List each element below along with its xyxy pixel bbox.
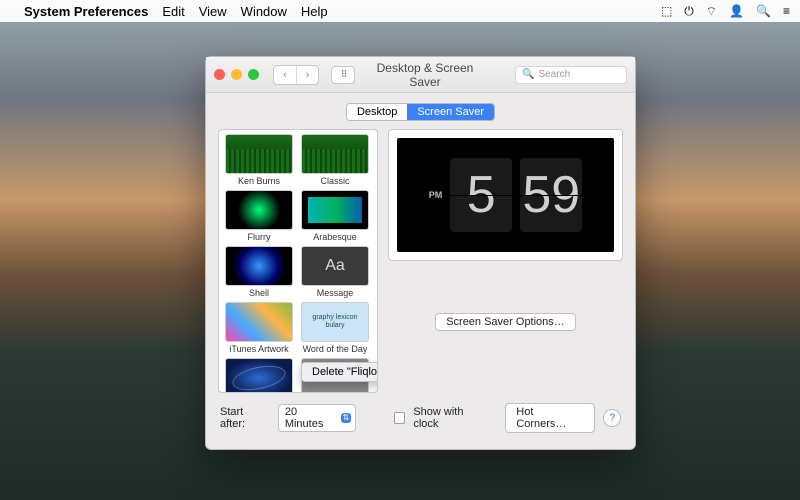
screensaver-item[interactable]: Shell	[223, 246, 295, 298]
screensaver-label: Word of the Day	[303, 344, 368, 354]
user-icon[interactable]: 👤	[729, 4, 744, 18]
start-after-label: Start after:	[220, 406, 270, 430]
screensaver-thumb	[301, 190, 369, 230]
screensaver-thumb	[225, 190, 293, 230]
power-icon[interactable]: ⏻	[684, 4, 694, 19]
screensaver-preview[interactable]: PM 5 59	[388, 129, 623, 261]
screensaver-label: Arabesque	[313, 232, 357, 242]
menu-view[interactable]: View	[199, 4, 227, 19]
screensaver-options-button[interactable]: Screen Saver Options…	[435, 313, 576, 331]
titlebar: ‹ › ⠿ Desktop & Screen Saver 🔍 Search	[206, 57, 635, 93]
screensaver-item[interactable]: Aa Message	[299, 246, 371, 298]
screensaver-label: Classic	[320, 176, 349, 186]
help-button[interactable]: ?	[603, 409, 621, 427]
desktop-wallpaper: System Preferences Edit View Window Help…	[0, 0, 800, 500]
menubar: System Preferences Edit View Window Help…	[0, 0, 800, 22]
preview-hour: 5	[450, 158, 512, 232]
screensaver-item[interactable]: graphy lexicon bulary Word of the Day	[299, 302, 371, 354]
screensaver-item[interactable]: iTunes Artwork	[223, 302, 295, 354]
wifi-icon[interactable]: ⌔	[706, 4, 717, 19]
zoom-icon[interactable]	[248, 69, 259, 80]
forward-button[interactable]: ›	[296, 66, 318, 84]
screensaver-thumb	[225, 358, 293, 393]
context-menu-delete[interactable]: Delete "Fliqlo"	[301, 362, 378, 382]
screensaver-list[interactable]: Ken Burns Classic Flurry Arabesque Shell Aa Me…	[218, 129, 378, 393]
preview-minute: 59	[520, 158, 582, 232]
screensaver-item[interactable]: Fliqlo	[223, 358, 295, 393]
close-icon[interactable]	[214, 69, 225, 80]
hot-corners-button[interactable]: Hot Corners…	[505, 403, 595, 433]
menu-icon[interactable]: ≡	[783, 4, 790, 18]
screensaver-label: Shell	[249, 288, 269, 298]
screensaver-label: Flurry	[248, 232, 271, 242]
context-menu-label: Delete "Fliqlo"	[312, 366, 378, 378]
search-icon: 🔍	[522, 69, 534, 80]
spotlight-icon[interactable]: 🔍	[756, 4, 771, 18]
nav-buttons: ‹ ›	[273, 65, 319, 85]
menu-window[interactable]: Window	[241, 4, 287, 19]
dropbox-icon[interactable]: ⬚	[661, 4, 672, 18]
screensaver-thumb: Aa	[301, 246, 369, 286]
prefs-window: ‹ › ⠿ Desktop & Screen Saver 🔍 Search De…	[205, 56, 636, 450]
screensaver-item[interactable]: Classic	[299, 134, 371, 186]
screensaver-label: Message	[317, 288, 354, 298]
app-name[interactable]: System Preferences	[24, 4, 148, 19]
screensaver-thumb: graphy lexicon bulary	[301, 302, 369, 342]
screensaver-thumb	[225, 302, 293, 342]
menu-edit[interactable]: Edit	[162, 4, 184, 19]
screensaver-thumb	[225, 134, 293, 174]
tab-segmented-control: Desktop Screen Saver	[346, 103, 495, 121]
preview-meridiem: PM	[429, 190, 443, 200]
screensaver-thumb	[301, 134, 369, 174]
start-after-value: 20 Minutes	[285, 406, 337, 430]
screensaver-label: iTunes Artwork	[229, 344, 288, 354]
back-button[interactable]: ‹	[274, 66, 296, 84]
screensaver-label: Ken Burns	[238, 176, 280, 186]
footer: Start after: 20 Minutes ⇅ Show with cloc…	[206, 393, 635, 443]
screensaver-item[interactable]: Ken Burns	[223, 134, 295, 186]
show-all-button[interactable]: ⠿	[331, 66, 355, 84]
show-with-clock-checkbox[interactable]	[394, 412, 406, 424]
show-with-clock-label: Show with clock	[413, 406, 489, 430]
search-placeholder: Search	[538, 69, 570, 80]
menu-help[interactable]: Help	[301, 4, 328, 19]
tab-desktop[interactable]: Desktop	[347, 104, 407, 120]
chevron-updown-icon: ⇅	[341, 413, 352, 423]
window-title: Desktop & Screen Saver	[361, 61, 509, 89]
screensaver-item[interactable]: Flurry	[223, 190, 295, 242]
screensaver-item[interactable]: Arabesque	[299, 190, 371, 242]
search-input[interactable]: 🔍 Search	[515, 66, 627, 84]
minimize-icon[interactable]	[231, 69, 242, 80]
tab-screen-saver[interactable]: Screen Saver	[407, 104, 494, 120]
start-after-select[interactable]: 20 Minutes ⇅	[278, 404, 356, 432]
screensaver-thumb	[225, 246, 293, 286]
